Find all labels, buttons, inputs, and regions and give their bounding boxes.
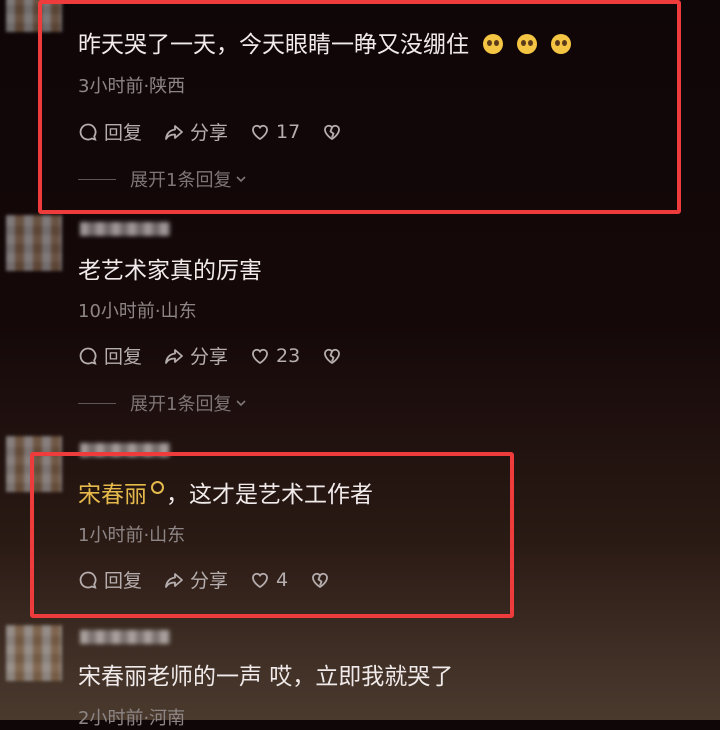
comment-actions: 回复 分享 23 [78, 342, 370, 369]
heart-icon [252, 348, 268, 364]
reply-icon [79, 347, 97, 365]
chevron-down-icon [236, 400, 247, 407]
username-blurred[interactable] [80, 630, 170, 644]
expand-replies-button[interactable]: 展开1条回复 [78, 390, 248, 416]
share-label: 分享 [190, 346, 229, 368]
share-button[interactable]: 分享 [164, 342, 228, 369]
avatar[interactable] [6, 215, 62, 271]
comment-text: 老艺术家真的厉害 [78, 258, 262, 284]
comment-text: 宋春丽老师的一声 哎，立即我就哭了 [78, 664, 454, 690]
highlight-box [30, 452, 514, 618]
reply-label: 回复 [104, 346, 143, 368]
dislike-button[interactable] [322, 346, 348, 366]
reply-button[interactable]: 回复 [78, 342, 142, 369]
comment-meta: 10小时前·山东 [78, 301, 197, 322]
comment-meta: 2小时前·河南 [78, 708, 186, 729]
share-icon [165, 348, 183, 364]
dislike-icon [324, 348, 341, 364]
divider [78, 402, 116, 404]
like-button[interactable]: 23 [250, 345, 300, 367]
like-count: 23 [276, 344, 301, 367]
highlight-box [38, 0, 681, 214]
avatar[interactable] [6, 625, 62, 681]
expand-label: 展开1条回复 [130, 394, 232, 415]
username-blurred[interactable] [80, 222, 170, 236]
